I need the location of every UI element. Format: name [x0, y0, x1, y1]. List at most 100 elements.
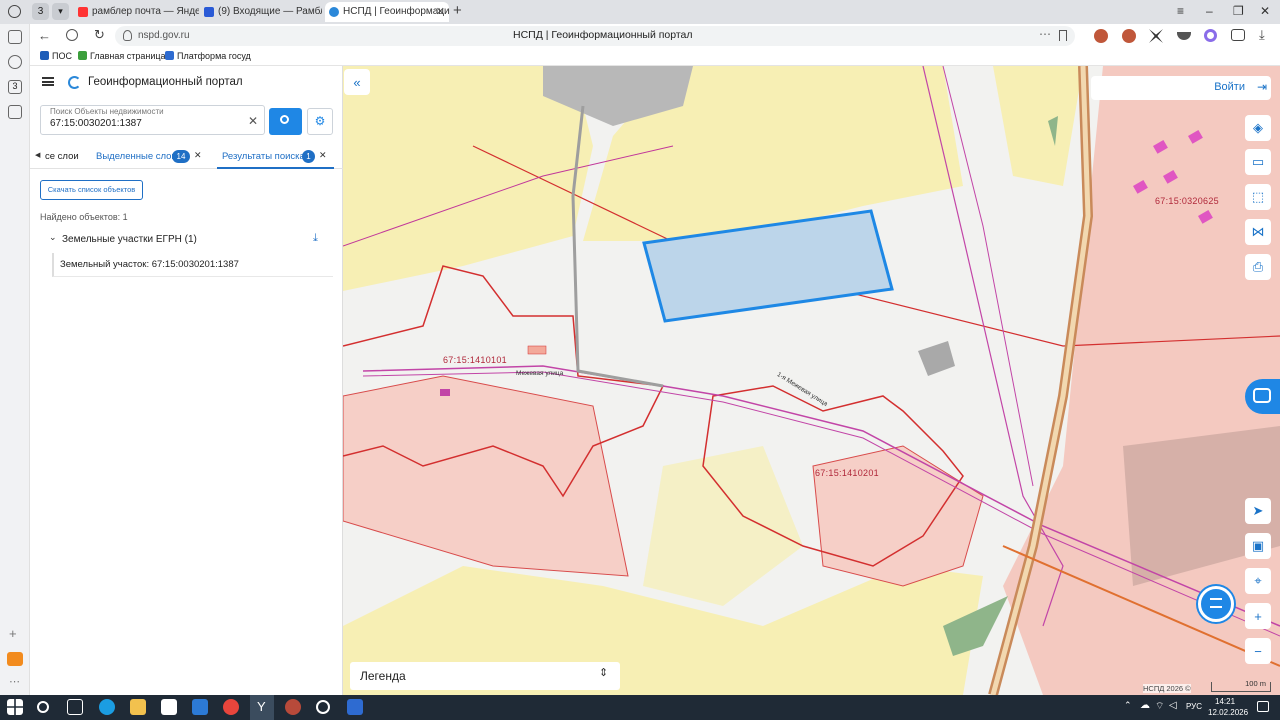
select-area-button[interactable]: ⬚ [1245, 184, 1271, 210]
feedback-button[interactable] [1245, 379, 1280, 414]
tab-count-badge[interactable]: 3 [32, 3, 49, 20]
locate-button[interactable]: ➤ [1245, 498, 1271, 524]
tab-rambler-mail-search[interactable]: рамблер почта — Яндекс [74, 2, 199, 22]
messages-icon[interactable] [1231, 29, 1245, 41]
address-field[interactable]: nspd.gov.ru НСПД | Геоинформационный пор… [115, 26, 1075, 46]
chat-icon [1253, 388, 1271, 403]
bookmark-pos[interactable]: ПОС [40, 51, 72, 61]
share-button[interactable]: ⋈ [1245, 219, 1271, 245]
extension-icon[interactable] [1204, 29, 1217, 42]
search-icon[interactable] [37, 701, 49, 713]
tab-selected-layers[interactable]: Выделенные слои [96, 151, 177, 162]
collapse-panel-button[interactable]: « [344, 69, 370, 95]
app-icon[interactable] [316, 700, 330, 714]
task-view-icon[interactable] [67, 699, 83, 715]
bookmark-main-page[interactable]: Главная страница [78, 51, 166, 61]
maximize-icon[interactable]: ❐ [1233, 4, 1244, 18]
search-button[interactable] [269, 108, 302, 135]
bookmark-icon[interactable] [1059, 30, 1067, 41]
page-3-icon[interactable]: 3 [8, 80, 22, 94]
close-search-results-icon[interactable]: ✕ [319, 150, 327, 161]
app-icon[interactable] [7, 652, 23, 666]
new-tab-button[interactable]: + [453, 2, 462, 19]
tabs-dropdown-icon[interactable]: ▾ [52, 3, 69, 20]
history-icon[interactable] [8, 5, 21, 18]
building [527, 345, 547, 355]
portal-side-panel: Геоинформационный портал Поиск Объекты н… [30, 66, 343, 695]
tab-label: рамблер почта — Яндекс [92, 6, 199, 17]
notifications-icon[interactable] [1257, 701, 1269, 712]
edge-icon[interactable] [99, 699, 115, 715]
collections-icon[interactable] [8, 30, 22, 44]
clock-date[interactable]: 12.02.2026 [1208, 708, 1248, 717]
extension-icon[interactable] [1122, 29, 1136, 43]
screenshot-icon[interactable] [8, 105, 22, 119]
downloads-icon[interactable]: ⤓ [1259, 27, 1265, 43]
ruler-icon: ▭ [1251, 154, 1265, 169]
close-selected-layers-icon[interactable]: ✕ [194, 150, 202, 161]
minimap-button[interactable]: ▣ [1245, 533, 1271, 559]
layers-button[interactable]: ◈ [1245, 115, 1271, 141]
map-canvas[interactable]: 67:15:1410101 67:15:0320625 67:15:141020… [343, 66, 1280, 695]
result-item[interactable]: Земельный участок: 67:15:0030201:1387 [52, 253, 333, 277]
filter-button[interactable]: ⚙ [307, 108, 333, 135]
volume-icon[interactable]: ◁ [1169, 700, 1177, 711]
add-panel-icon[interactable]: + [9, 626, 17, 641]
double-chevron-left-icon: « [353, 74, 361, 90]
bookmark-favicon-icon [165, 51, 174, 60]
print-button[interactable]: ⎙ [1245, 254, 1271, 280]
more-icon[interactable]: ⋯ [1039, 27, 1051, 41]
start-icon[interactable] [7, 699, 23, 715]
reload-icon[interactable]: ↻ [94, 27, 105, 43]
portal-logo-icon [68, 76, 81, 89]
geo-search-button[interactable]: ⌖ [1245, 568, 1271, 594]
bookmark-gos-platform[interactable]: Платформа госуд [165, 51, 251, 61]
result-group[interactable]: ⌄ Земельные участки ЕГРН (1) ⤓ [30, 231, 333, 249]
store-icon[interactable] [161, 699, 177, 715]
yandex-browser-icon[interactable]: Y [250, 695, 274, 720]
network-icon[interactable]: ☁ [1140, 700, 1150, 711]
extension-icon[interactable] [1149, 29, 1163, 43]
play-icon[interactable] [8, 55, 22, 69]
tab-all-layers[interactable]: се слои [45, 151, 79, 162]
close-tab-icon[interactable]: ✕ [436, 2, 445, 22]
hamburger-menu-icon[interactable] [42, 77, 54, 86]
street-label: Межевая улица [516, 370, 564, 377]
ruler-button[interactable]: ▭ [1245, 149, 1271, 175]
wifi-icon[interactable]: ⌔ [1155, 700, 1164, 713]
tab-nspd[interactable]: НСПД | Геоинформаци ✕ [325, 2, 449, 22]
more-icon[interactable]: ⋯ [9, 675, 20, 688]
tab-rambler-inbox[interactable]: (9) Входящие — Рамблер [200, 2, 322, 22]
language-indicator[interactable]: РУС [1186, 702, 1202, 711]
zoom-in-button[interactable]: + [1245, 603, 1271, 629]
download-list-button[interactable]: Скачать список объектов [40, 180, 143, 200]
file-explorer-icon[interactable] [130, 699, 146, 715]
chat-bubble-button[interactable] [1198, 586, 1234, 622]
clear-search-icon[interactable]: ✕ [248, 114, 258, 128]
legend-panel[interactable]: Легенда ⇕ [350, 662, 620, 690]
tray-chevron-icon[interactable]: ⌃ [1124, 700, 1132, 711]
download-group-icon[interactable]: ⤓ [313, 232, 318, 245]
tab-search-results[interactable]: Результаты поиска [222, 151, 305, 162]
login-icon[interactable]: ⇥ [1257, 80, 1267, 94]
search-field[interactable]: Поиск Объекты недвижимости 67:15:0030201… [40, 105, 265, 135]
tabs-scroll-left-icon[interactable]: ◀ [35, 151, 40, 159]
share-icon: ⋈ [1251, 224, 1265, 239]
yandex-id-icon[interactable] [66, 29, 78, 41]
cadastral-label: 67:15:0320625 [1155, 196, 1219, 206]
login-button[interactable]: Войти [1214, 81, 1245, 93]
mail-icon[interactable] [192, 699, 208, 715]
extension-icon[interactable] [1094, 29, 1108, 43]
clock-time[interactable]: 14:21 [1215, 697, 1235, 706]
back-icon[interactable]: ← [38, 28, 51, 43]
extension-icon[interactable] [1177, 32, 1191, 40]
zoom-out-button[interactable]: − [1245, 638, 1271, 664]
minimize-icon[interactable]: – [1206, 4, 1213, 18]
chrome-icon[interactable] [223, 699, 239, 715]
url-text: nspd.gov.ru [138, 30, 190, 41]
app-icon[interactable] [347, 699, 363, 715]
menu-icon[interactable]: ≡ [1177, 4, 1184, 18]
app-icon[interactable] [285, 699, 301, 715]
cadastral-label: 67:15:1410201 [815, 468, 879, 478]
close-window-icon[interactable]: ✕ [1260, 4, 1270, 18]
